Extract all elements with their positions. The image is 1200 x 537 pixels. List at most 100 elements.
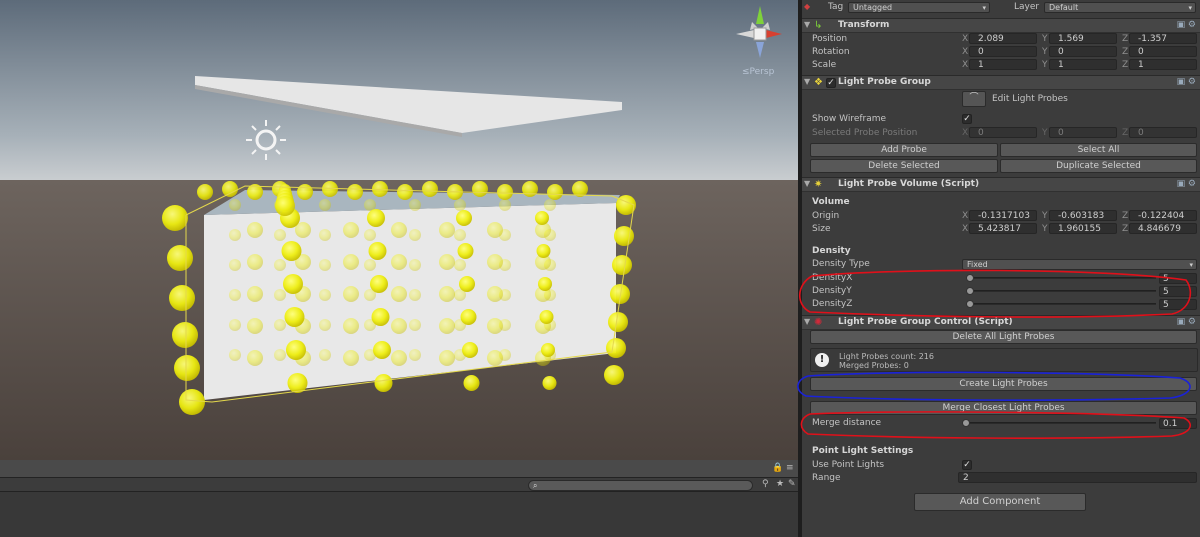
bottom-panel: 🔒 ≡ ⌕ ⚲ ★ ✎ <box>0 460 798 537</box>
light-probe-sphere <box>274 349 286 361</box>
position-z-field[interactable]: -1.357 <box>1129 33 1197 44</box>
search-input[interactable]: ⌕ <box>528 480 753 491</box>
light-probe-sphere <box>222 181 238 197</box>
origin-x-field[interactable]: -0.1317103 <box>969 210 1037 221</box>
light-probe-sphere <box>409 229 421 241</box>
size-x-field[interactable]: 5.423817 <box>969 223 1037 234</box>
delete-all-light-probes-button[interactable]: Delete All Light Probes <box>810 330 1197 344</box>
density-z-slider-handle[interactable] <box>966 300 974 308</box>
scene-canvas[interactable] <box>0 0 798 460</box>
foldout-arrow-icon[interactable]: ▼ <box>804 317 810 326</box>
density-type-row: Density Type Fixed ▾ <box>802 257 1200 271</box>
light-probe-sphere <box>343 318 359 334</box>
merge-distance-slider[interactable] <box>962 422 1156 424</box>
settings-gear-icon[interactable]: ▣ ⚙ <box>1177 20 1196 30</box>
scene-view[interactable]: ≤Persp <box>0 0 798 460</box>
duplicate-selected-button[interactable]: Duplicate Selected <box>1000 159 1197 173</box>
settings-gear-icon[interactable]: ▣ ⚙ <box>1177 317 1196 327</box>
density-x-field[interactable]: 5 <box>1159 273 1197 284</box>
rotation-z-field[interactable]: 0 <box>1129 46 1197 57</box>
clear-icon[interactable]: ✎ <box>788 479 796 489</box>
density-z-field[interactable]: 5 <box>1159 299 1197 310</box>
origin-y-field[interactable]: -0.603183 <box>1049 210 1117 221</box>
delete-selected-button[interactable]: Delete Selected <box>810 159 998 173</box>
light-probe-sphere <box>391 254 407 270</box>
light-probe-sphere <box>604 365 624 385</box>
size-y-field[interactable]: 1.960155 <box>1049 223 1117 234</box>
size-z-field[interactable]: 4.846679 <box>1129 223 1197 234</box>
light-probe-sphere <box>397 184 413 200</box>
light-probe-sphere <box>367 209 385 227</box>
layer-dropdown[interactable]: Default ▾ <box>1044 2 1196 13</box>
density-y-row: DensityY 5 <box>802 284 1200 298</box>
light-probe-sphere <box>179 389 205 415</box>
favorite-icon[interactable]: ★ <box>776 479 784 489</box>
foldout-arrow-icon[interactable]: ▼ <box>804 179 810 188</box>
density-type-dropdown[interactable]: Fixed ▾ <box>962 259 1197 270</box>
light-probe-sphere <box>409 199 421 211</box>
perspective-label[interactable]: ≤Persp <box>742 67 774 77</box>
position-y-field[interactable]: 1.569 <box>1049 33 1117 44</box>
light-probe-sphere <box>547 184 563 200</box>
scale-z-field[interactable]: 1 <box>1129 59 1197 70</box>
selected-x-field: 0 <box>969 127 1037 138</box>
foldout-arrow-icon[interactable]: ▼ <box>804 20 810 29</box>
scale-y-field[interactable]: 1 <box>1049 59 1117 70</box>
origin-z-field[interactable]: -0.122404 <box>1129 210 1197 221</box>
light-probe-sphere <box>229 349 241 361</box>
position-row: Position X 2.089 Y 1.569 Z -1.357 <box>802 32 1200 46</box>
use-point-lights-checkbox[interactable]: ✓ <box>962 460 972 470</box>
rotation-row: Rotation X0 Y0 Z0 <box>802 45 1200 59</box>
tag-dropdown[interactable]: Untagged ▾ <box>848 2 990 13</box>
scale-x-field[interactable]: 1 <box>969 59 1037 70</box>
light-probe-sphere <box>373 341 391 359</box>
merge-distance-field[interactable]: 0.1 <box>1159 418 1197 429</box>
foldout-arrow-icon[interactable]: ▼ <box>804 77 810 86</box>
range-row: Range 2 <box>802 471 1200 485</box>
merge-distance-slider-handle[interactable] <box>962 419 970 427</box>
filter-icon[interactable]: ⚲ <box>762 479 769 489</box>
range-field[interactable]: 2 <box>958 472 1197 483</box>
light-probe-sphere <box>459 276 475 292</box>
settings-gear-icon[interactable]: ▣ ⚙ <box>1177 179 1196 189</box>
lock-icon[interactable]: 🔒 <box>772 463 783 473</box>
position-x-field[interactable]: 2.089 <box>969 33 1037 44</box>
component-enabled-checkbox[interactable]: ✓ <box>826 78 836 88</box>
density-z-slider[interactable] <box>966 303 1156 305</box>
light-probe-sphere <box>409 289 421 301</box>
edit-light-probes-button[interactable]: ⌒ <box>962 91 986 107</box>
light-probe-sphere <box>454 229 466 241</box>
transform-header[interactable]: ▼ ↳ Transform ▣ ⚙ <box>802 18 1200 33</box>
light-probe-sphere <box>612 255 632 275</box>
rotation-x-field[interactable]: 0 <box>969 46 1037 57</box>
light-probe-sphere <box>322 181 338 197</box>
light-probe-sphere <box>487 222 503 238</box>
density-y-field[interactable]: 5 <box>1159 286 1197 297</box>
add-component-button[interactable]: Add Component <box>914 493 1086 511</box>
use-point-lights-row: Use Point Lights ✓ <box>812 460 972 470</box>
density-x-slider-handle[interactable] <box>966 274 974 282</box>
light-probe-sphere <box>536 244 551 258</box>
merge-closest-light-probes-button[interactable]: Merge Closest Light Probes <box>810 401 1197 415</box>
density-y-slider[interactable] <box>966 290 1156 292</box>
light-probe-sphere <box>197 184 213 200</box>
select-all-button[interactable]: Select All <box>1000 143 1197 157</box>
origin-row: Origin X -0.1317103 Y -0.603183 Z -0.122404 <box>802 209 1200 223</box>
light-probe-group-header[interactable]: ▼ ❖ ✓ Light Probe Group ▣ ⚙ <box>802 75 1200 90</box>
light-probe-sphere <box>364 229 376 241</box>
light-probe-sphere <box>229 289 241 301</box>
show-wireframe-row: Show Wireframe ✓ <box>812 114 972 124</box>
light-probe-volume-header[interactable]: ▼ ✷ Light Probe Volume (Script) ▣ ⚙ <box>802 177 1200 192</box>
light-probe-sphere <box>229 259 241 271</box>
create-light-probes-button[interactable]: Create Light Probes <box>810 377 1197 391</box>
gameobject-icon: ◆ <box>804 2 811 11</box>
light-probe-sphere <box>274 319 286 331</box>
show-wireframe-checkbox[interactable]: ✓ <box>962 114 972 124</box>
rotation-y-field[interactable]: 0 <box>1049 46 1117 57</box>
light-probe-group-control-header[interactable]: ▼ ✺ Light Probe Group Control (Script) ▣… <box>802 315 1200 330</box>
density-x-slider[interactable] <box>966 277 1156 279</box>
add-probe-button[interactable]: Add Probe <box>810 143 998 157</box>
settings-gear-icon[interactable]: ▣ ⚙ <box>1177 77 1196 87</box>
menu-icon[interactable]: ≡ <box>786 463 794 473</box>
density-y-slider-handle[interactable] <box>966 287 974 295</box>
